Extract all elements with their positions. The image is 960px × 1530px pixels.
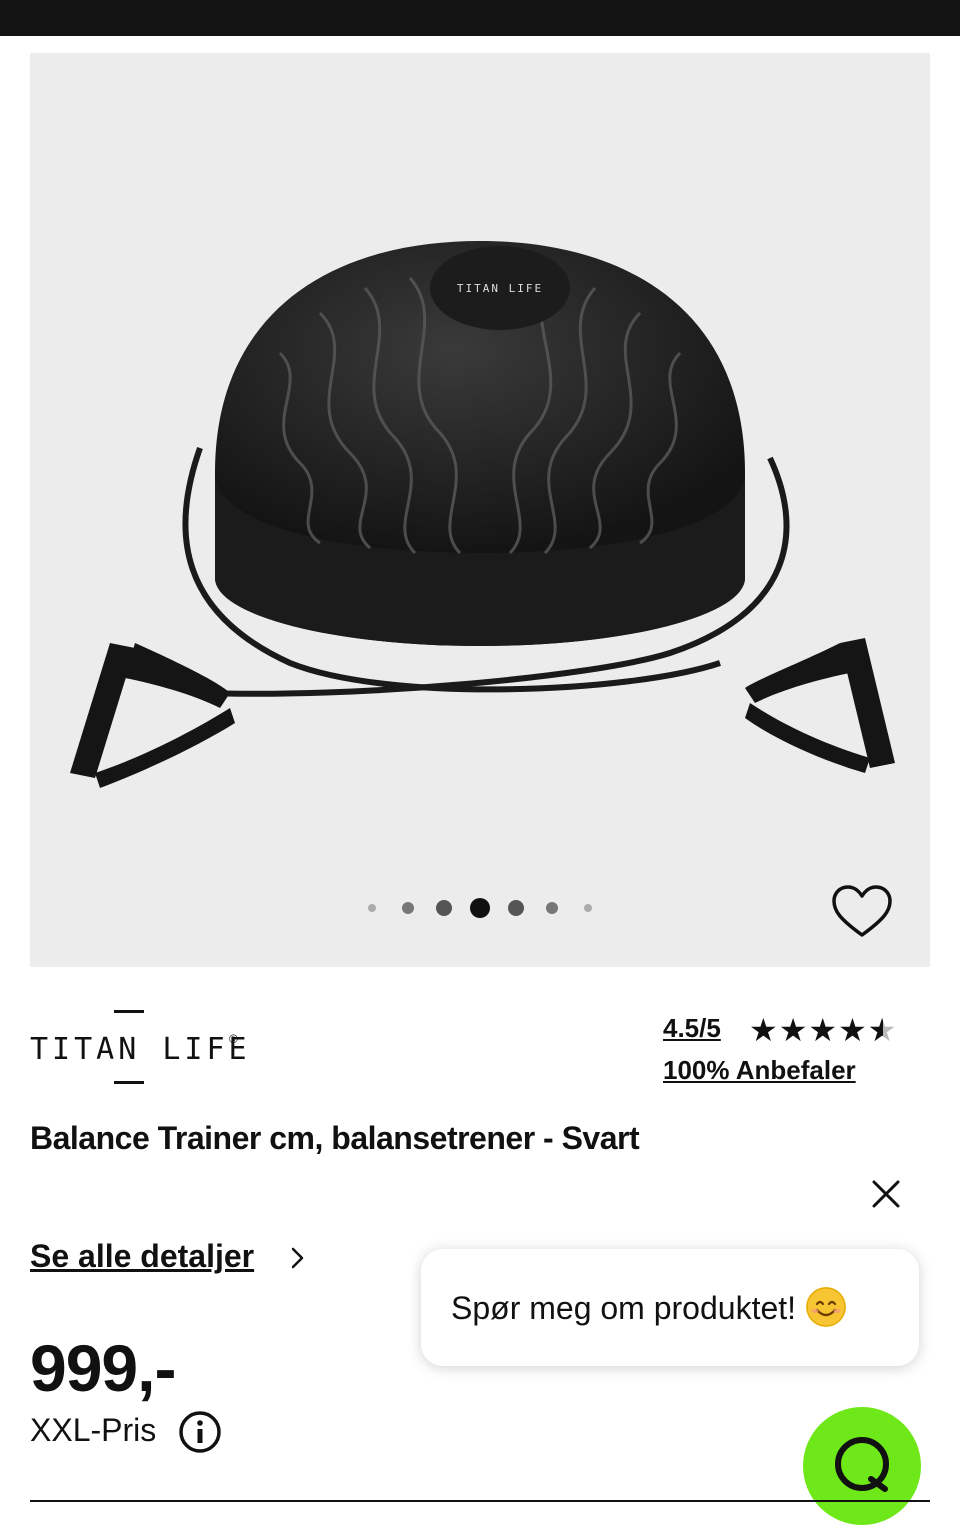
pagination-dot-active[interactable] (470, 898, 490, 918)
heart-icon[interactable] (830, 883, 894, 943)
product-title: Balance Trainer cm, balansetrener - Svar… (30, 1120, 640, 1156)
brand-logo-bottom-bar (114, 1081, 144, 1084)
product-image: TITAN LIFE (70, 241, 895, 788)
image-pagination-dots[interactable] (30, 896, 930, 920)
pagination-dot[interactable] (402, 902, 414, 914)
pagination-dot[interactable] (368, 904, 376, 912)
brand-logo[interactable]: TITAN LIFE ® (30, 1010, 260, 1090)
see-all-details-link[interactable]: Se alle detaljer (30, 1238, 254, 1275)
price-type-label: XXL-Pris (30, 1412, 157, 1448)
half-star-icon: ★ (868, 1013, 898, 1047)
smiling-face-emoji-icon (806, 1287, 847, 1327)
product-price: 999,- (30, 1331, 176, 1405)
star-icon: ★ (838, 1012, 868, 1048)
chat-launcher-button[interactable] (803, 1407, 921, 1525)
close-icon[interactable] (868, 1176, 904, 1212)
brand-logo-top-bar (114, 1010, 144, 1013)
product-image-gallery[interactable]: TITAN LIFE (30, 53, 930, 967)
top-status-bar (0, 0, 960, 36)
pagination-dot[interactable] (508, 900, 524, 916)
star-icon: ★ (778, 1012, 809, 1048)
recommend-percentage[interactable]: 100% Anbefaler (663, 1055, 856, 1086)
pagination-dot[interactable] (546, 902, 558, 914)
info-icon[interactable] (178, 1410, 222, 1454)
brand-name: TITAN LIFE (30, 1032, 251, 1067)
star-icon: ★ (808, 1012, 839, 1048)
divider (30, 1500, 930, 1502)
star-icon: ★ (749, 1012, 779, 1048)
chat-q-icon (835, 1437, 889, 1492)
pagination-dot[interactable] (436, 900, 452, 916)
rating-stars: ★★★★★ (749, 1013, 897, 1047)
chat-prompt-text: Spør meg om produktet! (451, 1290, 797, 1326)
registered-mark: ® (229, 1032, 238, 1046)
chat-prompt-bubble[interactable]: Spør meg om produktet! (421, 1249, 919, 1366)
pagination-dot[interactable] (584, 904, 592, 912)
chevron-right-icon[interactable] (290, 1246, 306, 1270)
rating-score[interactable]: 4.5/5 (663, 1013, 721, 1043)
product-logo-text: TITAN LIFE (457, 282, 543, 295)
rating-summary[interactable]: 4.5/5 ★★★★★ 100% Anbefaler (663, 1013, 933, 1085)
